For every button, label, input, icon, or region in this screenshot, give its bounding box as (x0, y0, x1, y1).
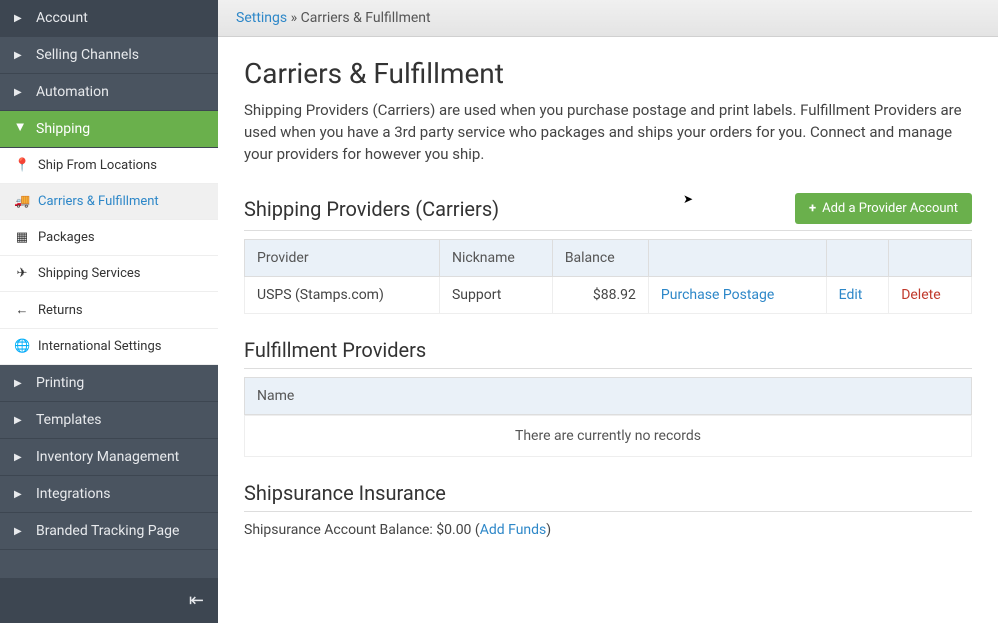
breadcrumb: Settings » Carriers & Fulfillment (218, 0, 998, 37)
plus-icon: + (809, 201, 816, 216)
chevron-right-icon: ▶ (14, 50, 26, 61)
cell-provider: USPS (Stamps.com) (245, 277, 440, 314)
col-balance: Balance (552, 240, 648, 277)
globe-icon: 🌐 (14, 339, 30, 354)
col-actions (826, 240, 889, 277)
col-actions (648, 240, 826, 277)
sidebar-item-printing[interactable]: ▶ Printing (0, 365, 218, 402)
sidebar-item-integrations[interactable]: ▶ Integrations (0, 476, 218, 513)
sidebar-item-label: Inventory Management (36, 449, 179, 465)
chevron-right-icon: ▶ (14, 415, 26, 426)
sub-item-label: International Settings (38, 339, 161, 354)
sidebar-item-label: Printing (36, 375, 84, 391)
fulfillment-section: Fulfillment Providers Name There are cur… (244, 338, 972, 457)
sidebar-item-templates[interactable]: ▶ Templates (0, 402, 218, 439)
sidebar-item-label: Branded Tracking Page (36, 523, 179, 539)
grid-icon: ▦ (14, 230, 30, 245)
chevron-right-icon: ▶ (14, 378, 26, 389)
sidebar-item-shipping[interactable]: ▶ Shipping (0, 111, 218, 148)
collapse-icon: ⇤ (189, 590, 204, 611)
sub-item-shipping-services[interactable]: ✈ Shipping Services (0, 256, 218, 292)
insurance-section: Shipsurance Insurance Shipsurance Accoun… (244, 481, 972, 538)
sub-item-ship-from[interactable]: 📍 Ship From Locations (0, 148, 218, 184)
delete-link[interactable]: Delete (901, 287, 940, 303)
shipping-providers-section: Shipping Providers (Carriers) + Add a Pro… (244, 193, 972, 314)
shipping-providers-table: Provider Nickname Balance USPS (Stamps.c… (244, 239, 972, 314)
col-name: Name (245, 378, 972, 415)
sub-item-returns[interactable]: ← Returns (0, 292, 218, 329)
chevron-right-icon: ▶ (14, 13, 26, 24)
paren-open: ( (471, 522, 479, 538)
insurance-balance-text: Shipsurance Account Balance: $0.00 (Add … (244, 522, 972, 538)
chevron-right-icon: ▶ (14, 526, 26, 537)
sidebar-item-label: Shipping (36, 121, 90, 137)
plane-icon: ✈ (14, 266, 30, 281)
insurance-heading: Shipsurance Insurance (244, 481, 446, 505)
col-nickname: Nickname (439, 240, 552, 277)
sub-item-label: Returns (38, 303, 83, 318)
chevron-down-icon: ▶ (15, 123, 26, 135)
sidebar-item-account[interactable]: ▶ Account (0, 0, 218, 37)
sidebar-item-selling-channels[interactable]: ▶ Selling Channels (0, 37, 218, 74)
col-actions (889, 240, 972, 277)
chevron-right-icon: ▶ (14, 87, 26, 98)
chevron-right-icon: ▶ (14, 452, 26, 463)
breadcrumb-sep: » (287, 10, 301, 26)
sidebar-item-inventory[interactable]: ▶ Inventory Management (0, 439, 218, 476)
sub-item-label: Carriers & Fulfillment (38, 194, 159, 209)
sidebar-item-automation[interactable]: ▶ Automation (0, 74, 218, 111)
sidebar-item-label: Automation (36, 84, 109, 100)
sidebar-collapse-button[interactable]: ⇤ (0, 578, 218, 623)
sub-item-label: Shipping Services (38, 266, 141, 281)
sidebar-item-label: Selling Channels (36, 47, 139, 63)
fulfillment-empty: There are currently no records (244, 415, 972, 457)
pin-icon: 📍 (14, 158, 30, 173)
sub-item-packages[interactable]: ▦ Packages (0, 220, 218, 256)
paren-close: ) (546, 522, 551, 538)
sub-item-label: Packages (38, 230, 95, 245)
truck-icon: 🚚 (14, 194, 30, 209)
page-title: Carriers & Fulfillment (244, 57, 972, 90)
sidebar-item-branded-tracking[interactable]: ▶ Branded Tracking Page (0, 513, 218, 550)
cell-nickname: Support (439, 277, 552, 314)
insurance-balance-label: Shipsurance Account Balance: (244, 522, 436, 538)
col-provider: Provider (245, 240, 440, 277)
purchase-postage-link[interactable]: Purchase Postage (661, 287, 774, 303)
sidebar: ▶ Account ▶ Selling Channels ▶ Automation ▶… (0, 0, 218, 623)
add-provider-label: Add a Provider Account (822, 201, 958, 216)
add-funds-link[interactable]: Add Funds (480, 522, 547, 538)
insurance-balance-value: $0.00 (436, 522, 471, 538)
sub-item-carriers[interactable]: 🚚 Carriers & Fulfillment (0, 184, 218, 220)
edit-link[interactable]: Edit (839, 287, 863, 303)
fulfillment-table: Name (244, 377, 972, 415)
breadcrumb-current: Carriers & Fulfillment (301, 10, 431, 26)
page-description: Shipping Providers (Carriers) are used w… (244, 100, 972, 165)
return-icon: ← (14, 302, 30, 318)
breadcrumb-root[interactable]: Settings (236, 10, 287, 26)
sidebar-item-label: Account (36, 10, 88, 26)
sidebar-item-label: Templates (36, 412, 102, 428)
cell-balance: $88.92 (552, 277, 648, 314)
sub-item-label: Ship From Locations (38, 158, 157, 173)
main-content: Settings » Carriers & Fulfillment Carrie… (218, 0, 998, 623)
shipping-providers-heading: Shipping Providers (Carriers) (244, 197, 499, 221)
sidebar-item-label: Integrations (36, 486, 110, 502)
chevron-right-icon: ▶ (14, 489, 26, 500)
fulfillment-heading: Fulfillment Providers (244, 338, 426, 362)
sub-item-international[interactable]: 🌐 International Settings (0, 329, 218, 365)
add-provider-button[interactable]: + Add a Provider Account (795, 193, 972, 224)
table-row: USPS (Stamps.com) Support $88.92 Purchas… (245, 277, 972, 314)
